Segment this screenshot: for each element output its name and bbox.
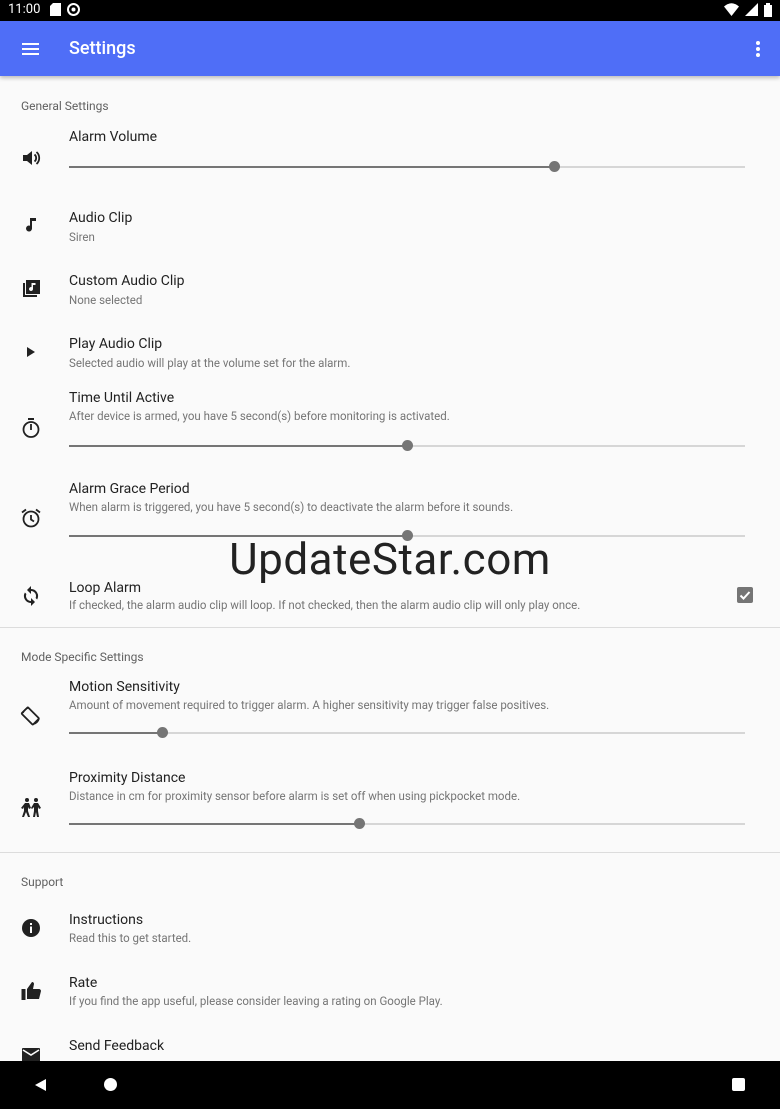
- app-bar: Settings: [0, 21, 780, 76]
- time-until-active-slider[interactable]: [69, 440, 745, 452]
- pref-proximity-distance[interactable]: Proximity Distance Distance in cm for pr…: [0, 766, 780, 846]
- slider-thumb[interactable]: [402, 440, 413, 451]
- menu-icon[interactable]: [20, 38, 42, 60]
- slider-thumb[interactable]: [156, 727, 168, 738]
- pref-summary: Siren: [69, 230, 95, 244]
- pref-title: Time Until Active: [69, 390, 175, 406]
- email-icon: [22, 1048, 40, 1061]
- pref-title: Instructions: [69, 912, 144, 928]
- alarm-volume-slider[interactable]: [69, 161, 745, 173]
- loop-icon: [23, 586, 39, 606]
- section-header-mode: Mode Specific Settings: [21, 650, 144, 664]
- pref-title: Alarm Volume: [69, 129, 158, 145]
- pickpocket-icon: [21, 798, 41, 817]
- info-icon: [22, 919, 40, 937]
- library-music-icon: [23, 280, 40, 297]
- section-divider: [0, 852, 780, 853]
- slider-thumb[interactable]: [548, 161, 560, 172]
- slider-fill: [69, 445, 407, 447]
- pref-summary: None selected: [69, 293, 143, 307]
- pref-summary: After device is armed, you have 5 second…: [69, 409, 450, 423]
- status-bar: 11:00: [0, 0, 780, 21]
- screen-rotation-icon: [20, 706, 40, 726]
- play-icon: [27, 347, 35, 357]
- pref-title: Play Audio Clip: [69, 336, 163, 352]
- slider-fill: [69, 823, 359, 825]
- pref-alarm-volume[interactable]: Alarm Volume: [0, 126, 780, 186]
- home-icon[interactable]: [104, 1078, 117, 1091]
- signal-icon: [745, 3, 758, 16]
- proximity-distance-slider[interactable]: [69, 818, 745, 830]
- page-title: Settings: [69, 38, 136, 59]
- pref-time-until-active[interactable]: Time Until Active After device is armed,…: [0, 387, 780, 467]
- volume-icon: [23, 151, 41, 165]
- pref-instructions[interactable]: Instructions Read this to get started.: [0, 906, 780, 956]
- pref-title: Custom Audio Clip: [69, 273, 185, 289]
- motion-sensitivity-slider[interactable]: [69, 727, 745, 739]
- slider-fill: [69, 732, 162, 734]
- slider-thumb[interactable]: [354, 818, 365, 829]
- pref-title: Rate: [69, 975, 98, 991]
- more-options-icon[interactable]: [754, 39, 762, 59]
- pref-motion-sensitivity[interactable]: Motion Sensitivity Amount of movement re…: [0, 675, 780, 755]
- navigation-bar: [0, 1061, 780, 1109]
- pref-title: Audio Clip: [69, 210, 133, 226]
- pref-custom-audio-clip[interactable]: Custom Audio Clip None selected: [0, 267, 780, 317]
- alarm-clock-icon: [21, 508, 41, 528]
- pref-send-feedback[interactable]: Send Feedback: [0, 1032, 780, 1061]
- pref-audio-clip[interactable]: Audio Clip Siren: [0, 204, 780, 254]
- pref-summary: If checked, the alarm audio clip will lo…: [69, 598, 581, 612]
- pref-title: Motion Sensitivity: [69, 679, 180, 695]
- pref-rate[interactable]: Rate If you find the app useful, please …: [0, 969, 780, 1019]
- pref-summary: Amount of movement required to trigger a…: [69, 698, 550, 712]
- loop-alarm-checkbox[interactable]: [737, 587, 753, 603]
- pref-summary: Read this to get started.: [69, 931, 192, 945]
- thumbs-up-icon: [21, 982, 41, 1000]
- recents-icon[interactable]: [732, 1078, 745, 1091]
- timer-icon: [22, 418, 40, 438]
- pref-title: Proximity Distance: [69, 770, 186, 786]
- pref-title: Alarm Grace Period: [69, 481, 190, 497]
- pref-summary: If you find the app useful, please consi…: [69, 994, 443, 1008]
- watermark-text: UpdateStar.com: [229, 533, 551, 585]
- slider-fill: [69, 166, 554, 168]
- pref-play-audio-clip[interactable]: Play Audio Clip Selected audio will play…: [0, 330, 780, 380]
- wifi-icon: [724, 3, 739, 16]
- checkmark-icon: [739, 591, 751, 600]
- back-icon[interactable]: [34, 1078, 48, 1092]
- section-header-general: General Settings: [21, 99, 109, 113]
- status-time: 11:00: [8, 2, 41, 17]
- pref-summary: Selected audio will play at the volume s…: [69, 356, 351, 370]
- sd-card-icon: [50, 3, 61, 16]
- music-note-icon: [26, 218, 36, 232]
- pref-summary: Distance in cm for proximity sensor befo…: [69, 789, 521, 803]
- pref-summary: When alarm is triggered, you have 5 seco…: [69, 500, 514, 514]
- section-header-support: Support: [21, 875, 64, 889]
- section-divider: [0, 627, 780, 628]
- battery-icon: [764, 3, 772, 17]
- sync-status-icon: [67, 3, 80, 16]
- pref-title: Send Feedback: [69, 1038, 165, 1054]
